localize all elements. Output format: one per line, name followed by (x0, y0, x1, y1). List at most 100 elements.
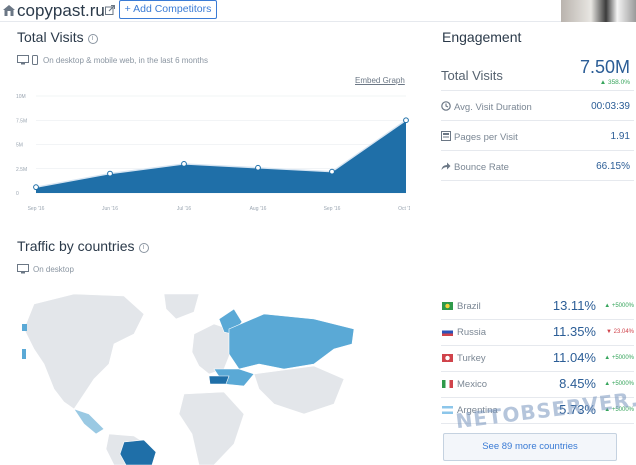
chart-data-point (329, 168, 335, 175)
country-name: Mexico (457, 379, 488, 390)
chart-data-point (255, 164, 261, 171)
total-visits-title-text: Total Visits (17, 29, 84, 45)
country-change-text: +5000% (611, 407, 634, 413)
avg-visit-duration-text: Avg. Visit Duration (454, 102, 532, 113)
country-share: 11.04% (552, 350, 596, 365)
pages-icon (441, 131, 451, 141)
clock-icon (441, 101, 451, 111)
country-name: Russia (457, 327, 487, 338)
avg-visit-duration-value: 00:03:39 (591, 101, 630, 112)
country-name: Brazil (457, 301, 481, 312)
country-name: Turkey (457, 353, 486, 364)
pages-per-visit-value: 1.91 (610, 131, 630, 142)
country-row[interactable]: Turkey 11.04% ▲ +5000% (441, 346, 634, 372)
country-share: 5.73% (559, 402, 596, 417)
country-change: ▲ +5000% (604, 355, 634, 361)
chart-data-point (107, 170, 113, 177)
see-more-countries-button[interactable]: See 89 more countries (443, 433, 617, 461)
country-change: ▼ 23.04% (606, 329, 634, 335)
country-share: 13.11% (552, 298, 596, 313)
map-left-mark-2 (22, 349, 26, 359)
country-change-text: +5000% (611, 381, 634, 387)
country-row[interactable]: Argentina 5.73% ▲ +5000% (441, 398, 634, 424)
external-link-icon[interactable] (105, 5, 115, 15)
flag-icon (442, 380, 453, 388)
bounce-rate-text: Bounce Rate (454, 162, 509, 173)
desktop-mobile-icon (17, 55, 38, 65)
chart-y-tick-label: 7.5M (16, 118, 27, 124)
chart-y-tick-label: 0 (16, 191, 19, 197)
map-mexico (73, 408, 105, 435)
chart-x-tick-label: Sep '16 (324, 206, 341, 212)
country-change: ▲ +5000% (604, 303, 634, 309)
country-change: ▲ +5000% (604, 407, 634, 413)
visits-note-text: On desktop & mobile web, in the last 6 m… (43, 56, 208, 65)
engagement-title: Engagement (442, 29, 522, 45)
country-change-text: 23.04% (613, 329, 634, 335)
site-name[interactable]: copypast.ru (17, 1, 105, 21)
bounce-rate-row: Bounce Rate 66.15% (441, 151, 634, 181)
country-change-text: +5000% (611, 355, 634, 361)
traffic-title-text: Traffic by countries (17, 238, 135, 254)
map-left-mark-1 (22, 324, 27, 331)
engagement-total-visits-row: Total Visits 7.50M ▲ 358.0% (441, 54, 634, 91)
map-turkey (208, 375, 230, 385)
bounce-arrow-icon (441, 162, 451, 170)
desktop-icon (17, 264, 29, 274)
map-north-america (23, 294, 145, 410)
country-row[interactable]: Brazil 13.11% ▲ +5000% (441, 294, 634, 320)
avg-visit-duration-label: Avg. Visit Duration (441, 101, 532, 113)
page: copypast.ru + Add Competitors Total Visi… (0, 0, 636, 465)
country-change-text: +5000% (611, 303, 634, 309)
traffic-device-note: On desktop (17, 264, 74, 274)
pages-per-visit-text: Pages per Visit (454, 132, 518, 143)
avg-visit-duration-row: Avg. Visit Duration 00:03:39 (441, 91, 634, 121)
traffic-by-countries-title: Traffic by countries i (17, 238, 149, 254)
chart-data-point (181, 161, 187, 167)
map-asia (253, 365, 345, 415)
flag-icon (442, 328, 453, 336)
info-icon[interactable]: i (87, 34, 98, 44)
total-visits-title: Total Visits i (17, 29, 98, 45)
traffic-note-text: On desktop (33, 265, 74, 274)
bounce-rate-value: 66.15% (596, 161, 630, 172)
chart-y-tick-label: 2.5M (16, 167, 27, 173)
chart-x-tick-label: Aug '16 (250, 206, 267, 212)
flag-icon (442, 406, 453, 414)
country-row[interactable]: Russia 11.35% ▼ 23.04% (441, 320, 634, 346)
country-name: Argentina (457, 405, 498, 416)
chart-x-tick-label: Jun '16 (102, 206, 118, 212)
world-map[interactable] (14, 294, 406, 465)
total-visits-chart: 10M 7.5M 5M 2.5M 0 Sep '16 Jun '16 Jul '16 Aug '… (16, 94, 410, 212)
country-share: 8.45% (559, 376, 596, 391)
engagement-change-text: 358.0% (607, 79, 630, 86)
home-icon (3, 5, 15, 16)
map-russia (228, 313, 355, 370)
chart-x-tick-label: Jul '16 (177, 206, 192, 212)
up-arrow-icon: ▲ (604, 303, 612, 309)
bounce-rate-label: Bounce Rate (441, 161, 509, 173)
site-thumbnail[interactable] (561, 0, 636, 22)
country-row[interactable]: Mexico 8.45% ▲ +5000% (441, 372, 634, 398)
map-africa (178, 391, 245, 465)
info-icon[interactable]: i (138, 243, 149, 253)
engagement-total-visits-label: Total Visits (441, 68, 503, 83)
up-arrow-icon: ▲ (604, 381, 612, 387)
chart-data-point (403, 117, 409, 124)
country-share: 11.35% (552, 324, 596, 339)
add-competitors-button[interactable]: + Add Competitors (119, 0, 217, 19)
engagement-total-visits-change: ▲ 358.0% (599, 79, 630, 86)
engagement-total-visits-value: 7.50M (579, 57, 630, 77)
country-change: ▲ +5000% (604, 381, 634, 387)
flag-icon (442, 354, 453, 362)
pages-per-visit-label: Pages per Visit (441, 131, 518, 143)
chart-x-tick-label: Oct '16 (398, 206, 410, 212)
embed-graph-link[interactable]: Embed Graph (355, 76, 405, 85)
pages-per-visit-row: Pages per Visit 1.91 (441, 121, 634, 151)
chart-x-tick-label: Sep '16 (28, 206, 45, 212)
map-brazil (119, 439, 157, 465)
up-arrow-icon: ▲ (604, 407, 612, 413)
chart-data-point (33, 184, 39, 191)
flag-icon (442, 302, 453, 310)
chart-y-tick-label: 10M (16, 94, 26, 100)
